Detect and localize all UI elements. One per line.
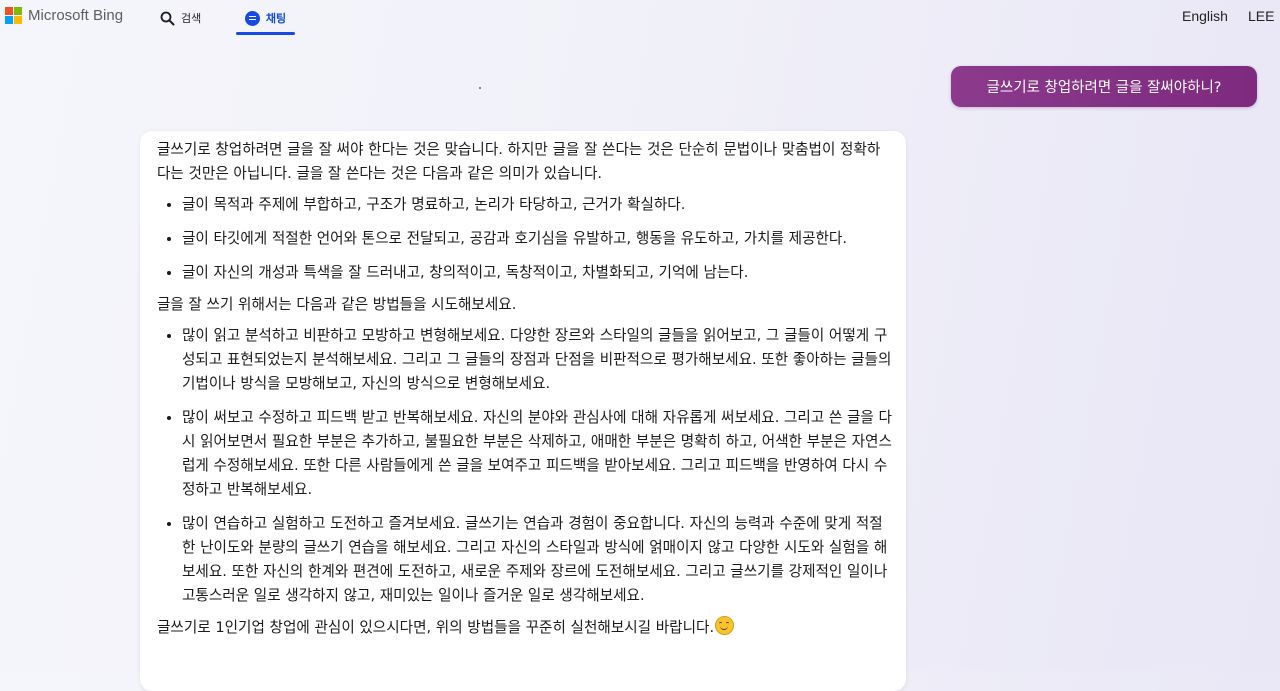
closing-paragraph: 글쓰기로 1인기업 창업에 관심이 있으시다면, 위의 방법들을 꾸준히 실천해… bbox=[157, 616, 893, 640]
decorative-dot bbox=[479, 87, 481, 89]
list-item: 글이 목적과 주제에 부합하고, 구조가 명료하고, 논리가 타당하고, 근거가… bbox=[182, 193, 893, 217]
language-switch[interactable]: English bbox=[1182, 8, 1228, 24]
brand-name: Microsoft Bing bbox=[28, 7, 124, 24]
smiling-face-icon bbox=[715, 616, 735, 635]
list-item: 많이 읽고 분석하고 비판하고 모방하고 변형해보세요. 다양한 장르와 스타일… bbox=[182, 324, 893, 396]
bot-response-content: 글쓰기로 창업하려면 글을 잘 써야 한다는 것은 맞습니다. 하지만 글을 잘… bbox=[157, 138, 893, 640]
active-tab-indicator bbox=[236, 32, 295, 35]
microsoft-logo-icon bbox=[5, 7, 22, 24]
list-item: 글이 자신의 개성과 특색을 잘 드러내고, 창의적이고, 독창적이고, 차별화… bbox=[182, 261, 893, 285]
tab-chat-label: 채팅 bbox=[265, 12, 287, 25]
bot-response-card: 글쓰기로 창업하려면 글을 잘 써야 한다는 것은 맞습니다. 하지만 글을 잘… bbox=[140, 131, 906, 691]
closing-text: 글쓰기로 1인기업 창업에 관심이 있으시다면, 위의 방법들을 꾸준히 실천해… bbox=[157, 619, 715, 636]
bing-logo[interactable]: Microsoft Bing bbox=[5, 7, 123, 24]
list-item: 글이 타깃에게 적절한 언어와 톤으로 전달되고, 공감과 호기심을 유발하고,… bbox=[182, 227, 893, 251]
top-bar: Microsoft Bing 검색 채팅 English LEE bbox=[0, 0, 1280, 36]
tab-chat[interactable]: 채팅 bbox=[236, 0, 295, 36]
list-item: 많이 써보고 수정하고 피드백 받고 반복해보세요. 자신의 분야와 관심사에 … bbox=[182, 406, 893, 502]
search-icon bbox=[160, 11, 175, 25]
chat-icon bbox=[244, 10, 260, 26]
meanings-list: 글이 목적과 주제에 부합하고, 구조가 명료하고, 논리가 타당하고, 근거가… bbox=[157, 193, 893, 285]
bot-intro-paragraph: 글쓰기로 창업하려면 글을 잘 써야 한다는 것은 맞습니다. 하지만 글을 잘… bbox=[157, 141, 881, 182]
methods-intro-paragraph: 글을 잘 쓰기 위해서는 다음과 같은 방법들을 시도해보세요. bbox=[157, 296, 517, 313]
user-profile[interactable]: LEE bbox=[1248, 8, 1274, 24]
user-message-bubble: 글쓰기로 창업하려면 글을 잘써야하니? bbox=[951, 66, 1257, 107]
list-item: 많이 연습하고 실험하고 도전하고 즐겨보세요. 글쓰기는 연습과 경험이 중요… bbox=[182, 512, 893, 608]
tab-search[interactable]: 검색 bbox=[160, 0, 201, 36]
tab-search-label: 검색 bbox=[181, 12, 202, 25]
methods-list: 많이 읽고 분석하고 비판하고 모방하고 변형해보세요. 다양한 장르와 스타일… bbox=[157, 324, 893, 608]
user-message-text: 글쓰기로 창업하려면 글을 잘써야하니? bbox=[986, 80, 1222, 96]
